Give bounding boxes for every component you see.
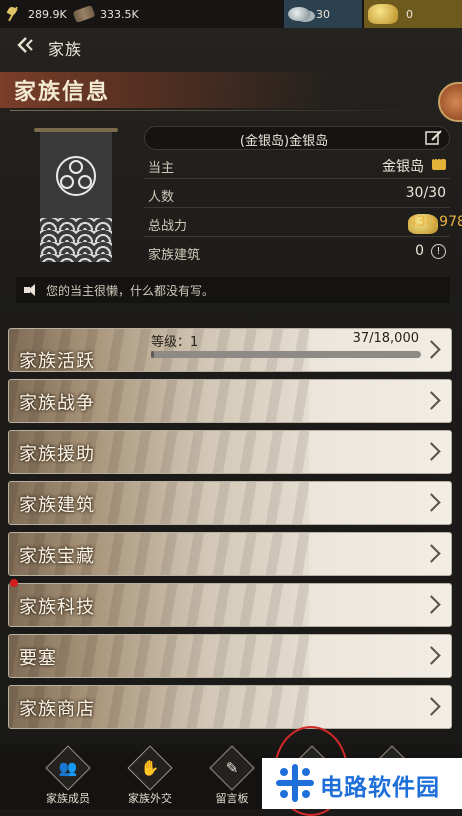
menu-item-label: 家族建筑 (19, 495, 95, 516)
notification-dot (10, 579, 18, 587)
section-title: 家族信息 (14, 79, 111, 105)
level-progress-value: 37/18,000 (352, 331, 419, 346)
food-amount: 289.9K (28, 7, 67, 21)
wood-resource[interactable]: 333.5K (72, 0, 139, 28)
menu-item-war[interactable]: 家族战争 (8, 379, 452, 423)
buildings-value: 0 (415, 243, 424, 259)
menu-item-label: 家族商店 (19, 699, 95, 720)
food-resource[interactable]: 289.9K (4, 0, 67, 28)
level-progress-fill (151, 351, 154, 358)
nav-message-board[interactable]: ✎ 留言板 (202, 745, 262, 808)
menu-item-buildings[interactable]: 家族建筑 (8, 481, 452, 525)
level-progress-bar (151, 351, 421, 358)
wood-log-icon (72, 4, 96, 24)
gold-amount: 0 (406, 7, 413, 21)
menu-item-label: 家族战争 (19, 393, 95, 414)
menu-item-fortress[interactable]: 要塞 (8, 634, 452, 678)
family-banner[interactable] (40, 132, 112, 262)
silver-amount: 30 (316, 7, 330, 21)
members-label: 人数 (148, 190, 175, 205)
chevron-right-icon (425, 697, 439, 717)
wave-pattern (40, 218, 112, 262)
gold-ingot-icon (368, 4, 398, 24)
chevron-right-icon (425, 340, 439, 360)
chevron-right-icon (425, 595, 439, 615)
leader-notice: 您的当主很懒，什么都没有写。 (16, 277, 450, 303)
speaker-icon (24, 283, 40, 297)
silver-resource[interactable]: 30 (284, 0, 362, 28)
leader-label: 当主 (148, 161, 175, 176)
menu-item-label: 家族活跃 (19, 351, 95, 372)
watermark-text: 电路软件园 (320, 775, 440, 801)
chat-icon[interactable] (432, 155, 446, 170)
nav-label: 家族成员 (46, 792, 90, 805)
gold-resource[interactable]: 0 (364, 0, 462, 28)
leader-value: 金银岛 (382, 159, 424, 175)
resource-bar: 289.9K 333.5K 30 0 (0, 0, 462, 28)
watermark-logo-icon (276, 764, 314, 802)
menu-item-label: 家族援助 (19, 444, 95, 465)
wood-amount: 333.5K (100, 7, 139, 21)
chevron-right-icon (425, 391, 439, 411)
back-arrow-icon[interactable] (14, 34, 36, 56)
menu-item-treasure[interactable]: 家族宝藏 (8, 532, 452, 576)
wheat-icon (4, 6, 22, 22)
chevron-right-icon (425, 544, 439, 564)
family-info-screen: { "resources": { "food": "289.9K", "wood… (0, 0, 462, 816)
family-crest-icon (56, 156, 96, 196)
buildings-label: 家族建筑 (148, 248, 201, 263)
chevron-right-icon (425, 493, 439, 513)
buildings-row: 家族建筑 0 ! (144, 238, 450, 266)
nav-label: 家族外交 (128, 792, 172, 805)
family-name-row: (金银岛)金银岛 (144, 126, 450, 150)
handshake-icon: ✋ (140, 759, 160, 777)
members-row: 人数 30/30 (144, 180, 450, 208)
power-value: 430,978 (408, 214, 462, 234)
edit-icon[interactable] (425, 130, 443, 146)
power-label: 总战力 (148, 219, 188, 234)
members-value: 30/30 (405, 185, 446, 201)
info-icon[interactable]: ! (431, 244, 446, 259)
chevron-right-icon (425, 646, 439, 666)
page-title: 家族 (48, 40, 83, 59)
power-row: 总战力 430,978 (144, 209, 462, 237)
members-icon: 👥 (58, 759, 78, 777)
leader-row: 当主 金银岛 (144, 151, 450, 179)
section-divider (10, 110, 430, 111)
menu-item-activity[interactable]: 家族活跃 等级：1 37/18,000 (8, 328, 452, 372)
menu-item-label: 家族宝藏 (19, 546, 95, 567)
level-label: 等级：1 (151, 335, 199, 350)
nav-label: 留言板 (215, 792, 249, 805)
message-board-icon: ✎ (225, 759, 239, 777)
silver-coins-icon (288, 7, 310, 21)
nav-members[interactable]: 👥 家族成员 (38, 745, 98, 808)
nav-diplomacy[interactable]: ✋ 家族外交 (120, 745, 180, 808)
notice-text: 您的当主很懒，什么都没有写。 (46, 284, 215, 298)
watermark: 电路软件园 (262, 758, 462, 809)
chevron-right-icon (425, 442, 439, 462)
menu-item-technology[interactable]: 家族科技 (8, 583, 452, 627)
menu-item-aid[interactable]: 家族援助 (8, 430, 452, 474)
menu-item-shop[interactable]: 家族商店 (8, 685, 452, 729)
family-name: (金银岛)金银岛 (239, 134, 329, 149)
menu-item-label: 要塞 (19, 648, 57, 669)
menu-item-label: 家族科技 (19, 597, 95, 618)
side-menu-badge-icon[interactable] (438, 82, 462, 122)
